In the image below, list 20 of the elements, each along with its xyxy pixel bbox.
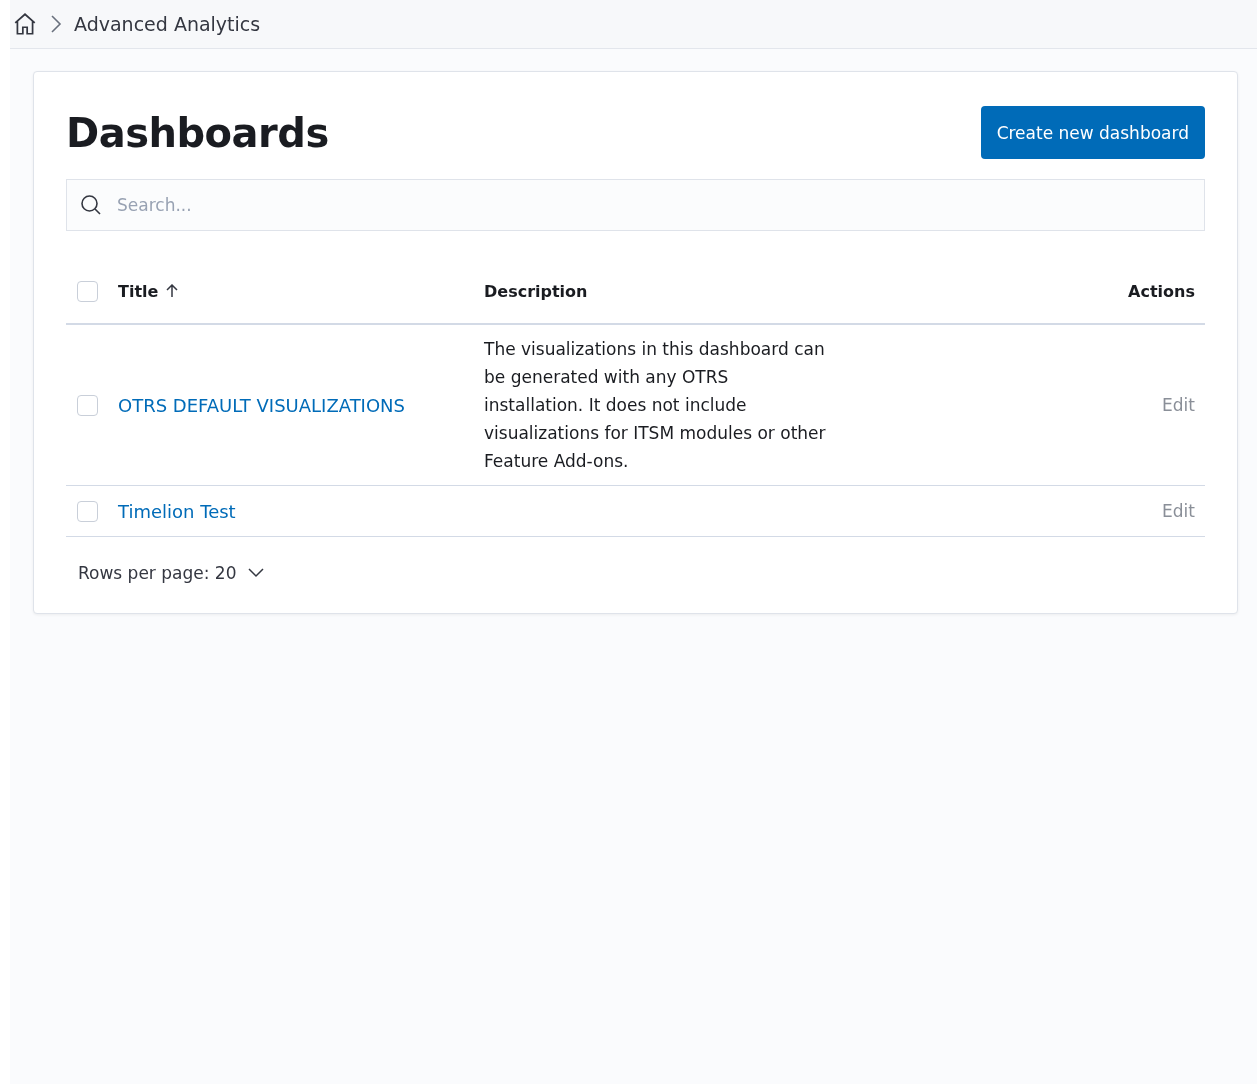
dashboard-link[interactable]: OTRS DEFAULT VISUALIZATIONS xyxy=(118,394,405,416)
column-header[interactable]: Description xyxy=(484,281,588,301)
edit-link[interactable]: Edit xyxy=(1162,501,1195,521)
page-title: Dashboards xyxy=(66,109,329,156)
chevron-right-icon xyxy=(50,14,62,34)
checkbox[interactable] xyxy=(77,500,98,522)
column-header[interactable]: Title xyxy=(118,281,179,301)
dashboard-link[interactable]: Timelion Test xyxy=(118,500,236,522)
chevron-down-icon xyxy=(248,568,265,578)
breadcrumb-item: Advanced Analytics xyxy=(74,13,261,35)
home-icon[interactable] xyxy=(12,11,38,37)
create-dashboard-button[interactable]: Create new dashboard xyxy=(980,106,1205,159)
checkbox[interactable] xyxy=(77,280,98,302)
search-field[interactable]: Search... xyxy=(66,179,1205,231)
checkbox[interactable] xyxy=(77,394,98,416)
description-text: The visualizations in this dashboard can be generated with any OTRS installation. It does not include visualizations for ITSM modules or other Feature Add-ons. xyxy=(484,338,827,473)
rows-per-page-button[interactable]: Rows per page: 20 xyxy=(76,559,267,587)
column-header[interactable]: Actions xyxy=(1128,281,1195,301)
search-icon xyxy=(80,194,102,216)
edit-link[interactable]: Edit xyxy=(1162,395,1195,415)
